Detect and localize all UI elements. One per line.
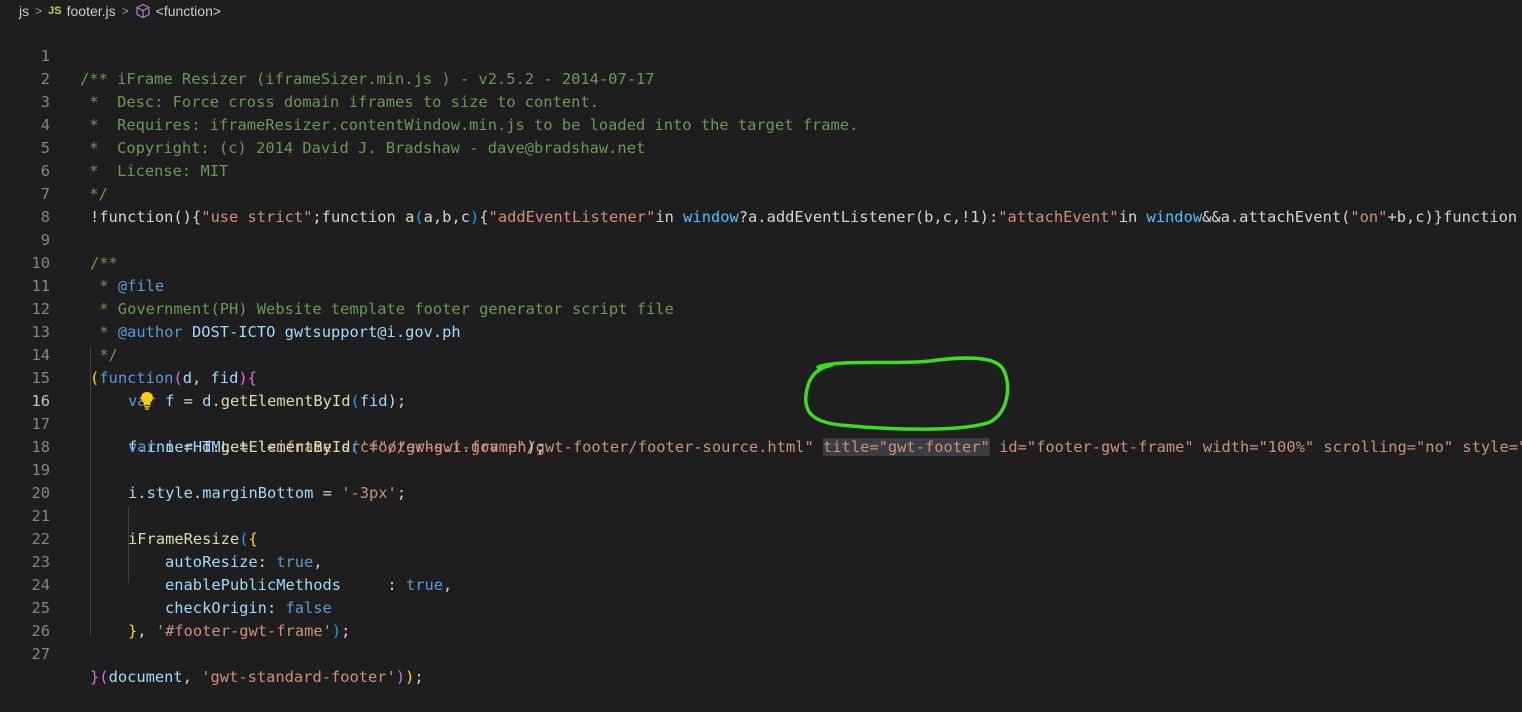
code-line[interactable]: 21 iFrameResize({ [0, 482, 1522, 548]
code-bracket: } [90, 668, 100, 686]
code-bracket: ( [99, 668, 109, 686]
code-line[interactable]: 20 [0, 459, 1522, 502]
code-line[interactable]: 7 !function(){"use strict";function a(a,… [0, 160, 1522, 226]
breadcrumb: js > JS footer.js > <function> [0, 0, 1522, 22]
code-line[interactable]: 25 }, '#footer-gwt-frame'); [0, 574, 1522, 640]
code-line[interactable]: 3 * Requires: iframeResizer.contentWindo… [0, 68, 1522, 134]
code-line[interactable]: 5 * License: MIT [0, 114, 1522, 180]
code-line[interactable]: 8 [0, 183, 1522, 226]
cube-icon [135, 3, 151, 19]
code-line[interactable]: 11 * Government(PH) Website template foo… [0, 252, 1522, 318]
chevron-right-icon: > [121, 4, 129, 18]
code-line[interactable]: 27 }(document, 'gwt-standard-footer')); [0, 620, 1522, 686]
code-string: 'gwt-standard-footer' [201, 668, 396, 686]
code-line[interactable]: 22 autoResize: true, [0, 505, 1522, 571]
code-editor[interactable]: 1 /** iFrame Resizer (iframeSizer.min.js… [0, 22, 1522, 686]
code-line[interactable]: 26 [0, 597, 1522, 640]
code-line[interactable]: 18 [0, 413, 1522, 456]
line-number: 27 [31, 645, 50, 663]
code-line[interactable]: 12 * @author DOST-ICTO gwtsupport@i.gov.… [0, 275, 1522, 341]
code-line[interactable]: 9 /** [0, 206, 1522, 272]
code-line[interactable]: 13 */ [0, 298, 1522, 364]
js-file-icon: JS [48, 5, 62, 17]
code-line[interactable]: 4 * Copyright: (c) 2014 David J. Bradsha… [0, 91, 1522, 157]
breadcrumb-symbol[interactable]: <function> [156, 3, 221, 19]
code-line[interactable]: 6 */ [0, 137, 1522, 203]
code-token: , [182, 668, 202, 686]
code-line[interactable]: 14 (function(d, fid){ [0, 321, 1522, 387]
code-line[interactable]: 23 enablePublicMethods : true, [0, 528, 1522, 594]
code-line[interactable]: 1 /** iFrame Resizer (iframeSizer.min.js… [0, 22, 1522, 88]
breadcrumb-file[interactable]: footer.js [67, 3, 116, 19]
code-line[interactable]: 10 * @file [0, 229, 1522, 295]
code-line[interactable]: 19 i.style.marginBottom = '-3px'; [0, 436, 1522, 502]
code-variable: document [108, 668, 183, 686]
code-bracket: ) [395, 668, 406, 686]
chevron-right-icon: > [35, 4, 43, 18]
breadcrumb-folder[interactable]: js [19, 3, 29, 19]
code-token: ; [414, 668, 424, 686]
code-line[interactable]: 24 checkOrigin: false [0, 551, 1522, 617]
code-bracket: ) [405, 668, 415, 686]
code-line[interactable]: 2 * Desc: Force cross domain iframes to … [0, 45, 1522, 111]
code-line[interactable]: 15 var f = d.getElementById(fid); [0, 344, 1522, 410]
code-line-active[interactable]: 16 f.innerHTML = '<iframe src="//gwhs.i.… [0, 367, 1522, 456]
code-line[interactable]: 17 var i = d.getElementById('footer-gwt-… [0, 390, 1522, 456]
